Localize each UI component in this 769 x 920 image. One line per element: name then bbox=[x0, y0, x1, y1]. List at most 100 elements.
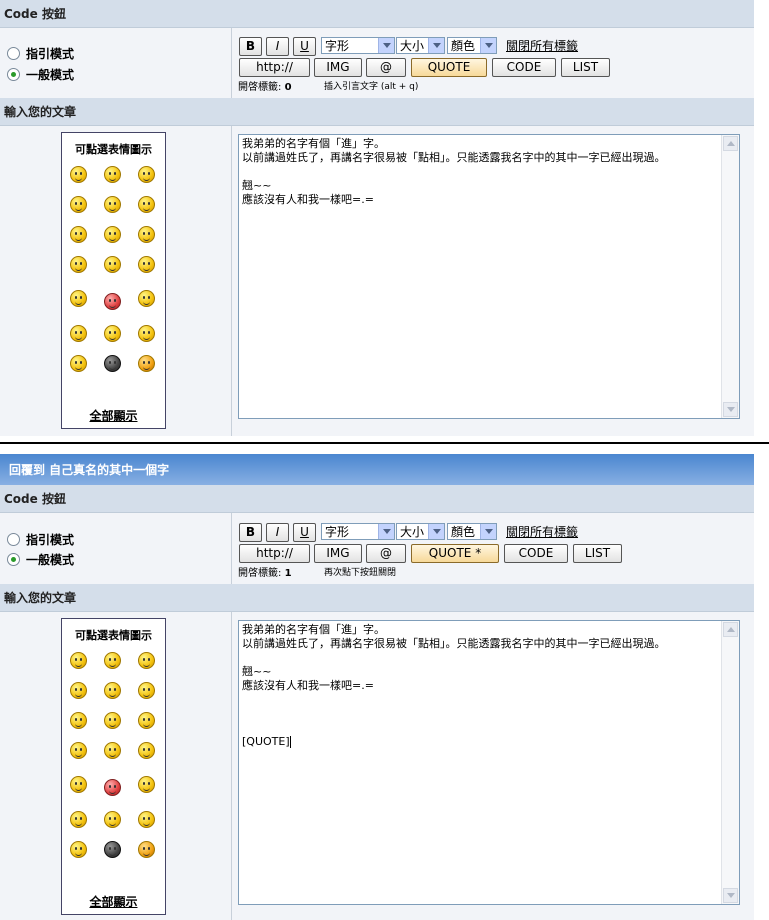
email-button[interactable]: @ bbox=[366, 58, 406, 77]
smilies-box: 可點選表情圖示 全部顯示 bbox=[61, 618, 166, 915]
normal-mode-radio[interactable]: 一般模式 bbox=[7, 66, 74, 83]
post-message-header: 輸入您的文章 bbox=[0, 98, 754, 126]
bold-button[interactable]: B bbox=[239, 37, 262, 56]
angry-icon[interactable] bbox=[138, 290, 155, 307]
rolling-eyes-icon[interactable] bbox=[70, 742, 87, 759]
ninja-icon[interactable] bbox=[104, 841, 121, 858]
font-select[interactable]: 字形 bbox=[321, 523, 395, 540]
sad-icon[interactable] bbox=[70, 811, 87, 828]
scroll-up-icon[interactable] bbox=[723, 622, 738, 637]
wink-icon[interactable] bbox=[104, 742, 121, 759]
italic-button[interactable]: I bbox=[266, 523, 289, 542]
quote-button[interactable]: QUOTE bbox=[411, 58, 487, 77]
color-select[interactable]: 顏色 bbox=[447, 37, 497, 54]
textarea-scrollbar[interactable] bbox=[721, 621, 739, 904]
worried-icon[interactable] bbox=[138, 325, 155, 342]
message-textarea[interactable]: 我弟弟的名字有個「進」字。 以前講過姓氏了，再講名字很易被「點相」。只能透露我名字… bbox=[238, 620, 740, 905]
normal-mode-radio[interactable]: 一般模式 bbox=[7, 551, 74, 568]
url-button[interactable]: http:// bbox=[239, 58, 310, 77]
confused-icon[interactable] bbox=[104, 682, 121, 699]
size-select[interactable]: 大小 bbox=[396, 37, 445, 54]
color-select[interactable]: 顏色 bbox=[447, 523, 497, 540]
tongue-icon[interactable] bbox=[138, 196, 155, 213]
bold-button[interactable]: B bbox=[239, 523, 262, 542]
text-caret bbox=[289, 736, 291, 748]
show-all-smilies-link[interactable]: 全部顯示 bbox=[62, 407, 165, 424]
dizzy-icon[interactable] bbox=[70, 355, 87, 372]
in-love-icon[interactable] bbox=[104, 779, 121, 796]
scroll-up-icon[interactable] bbox=[723, 136, 738, 151]
code-button[interactable]: CODE bbox=[504, 544, 568, 563]
laugh-icon[interactable] bbox=[104, 712, 121, 729]
separator-line bbox=[0, 442, 769, 444]
message-row: 可點選表情圖示 全部顯示 我弟弟的名字有個「進」字。 以前講過姓氏了，再講名字很… bbox=[0, 612, 754, 920]
url-button[interactable]: http:// bbox=[239, 544, 310, 563]
radio-off-icon bbox=[7, 533, 20, 546]
devil-icon[interactable] bbox=[138, 355, 155, 372]
font-select[interactable]: 字形 bbox=[321, 37, 395, 54]
textarea-scrollbar[interactable] bbox=[721, 135, 739, 418]
sad-icon[interactable] bbox=[70, 325, 87, 342]
laugh-icon[interactable] bbox=[104, 226, 121, 243]
happy-icon[interactable] bbox=[138, 166, 155, 183]
help-hint: 插入引言文字 (alt + q) bbox=[324, 82, 419, 92]
reply-title-bar: 回覆到 自己真名的其中一個字 bbox=[0, 454, 754, 487]
grin-icon[interactable] bbox=[70, 712, 87, 729]
devil-icon[interactable] bbox=[138, 841, 155, 858]
smile-icon[interactable] bbox=[70, 652, 87, 669]
wink-icon[interactable] bbox=[104, 256, 121, 273]
tongue-icon[interactable] bbox=[138, 682, 155, 699]
chevron-down-icon bbox=[480, 38, 496, 53]
underline-button[interactable]: U bbox=[293, 523, 316, 542]
open-tags-status: 開啓標籤: 0 bbox=[238, 82, 292, 93]
eek-icon[interactable] bbox=[104, 325, 121, 342]
neutral-icon[interactable] bbox=[70, 776, 87, 793]
in-love-icon[interactable] bbox=[104, 293, 121, 310]
angry-icon[interactable] bbox=[138, 776, 155, 793]
italic-button[interactable]: I bbox=[266, 37, 289, 56]
shocked-icon[interactable] bbox=[70, 196, 87, 213]
scroll-down-icon[interactable] bbox=[723, 888, 738, 903]
img-button[interactable]: IMG bbox=[314, 58, 362, 77]
guided-mode-radio[interactable]: 指引模式 bbox=[7, 531, 74, 548]
rolling-eyes-icon[interactable] bbox=[70, 256, 87, 273]
chevron-down-icon bbox=[428, 38, 444, 53]
chevron-down-icon bbox=[428, 524, 444, 539]
size-select[interactable]: 大小 bbox=[396, 523, 445, 540]
list-button[interactable]: LIST bbox=[573, 544, 622, 563]
dizzy-icon[interactable] bbox=[70, 841, 87, 858]
show-all-smilies-link[interactable]: 全部顯示 bbox=[62, 893, 165, 910]
underline-button[interactable]: U bbox=[293, 37, 316, 56]
shocked-icon[interactable] bbox=[70, 682, 87, 699]
radio-on-icon bbox=[7, 68, 20, 81]
ninja-icon[interactable] bbox=[104, 355, 121, 372]
email-button[interactable]: @ bbox=[366, 544, 406, 563]
neutral-icon[interactable] bbox=[70, 290, 87, 307]
eek-icon[interactable] bbox=[104, 811, 121, 828]
img-button[interactable]: IMG bbox=[314, 544, 362, 563]
scroll-down-icon[interactable] bbox=[723, 402, 738, 417]
sleepy-icon[interactable] bbox=[138, 256, 155, 273]
editor-panel-before: Code 按鈕 指引模式 一般模式 B I U 字形 大小 顏色 關閉所有標籤 … bbox=[0, 0, 754, 440]
cool-icon[interactable] bbox=[138, 226, 155, 243]
surprised-icon[interactable] bbox=[104, 166, 121, 183]
message-textarea[interactable]: 我弟弟的名字有個「進」字。 以前講過姓氏了，再講名字很易被「點相」。只能透露我名字… bbox=[238, 134, 740, 419]
quote-button-active[interactable]: QUOTE * bbox=[411, 544, 499, 563]
smilies-title: 可點選表情圖示 bbox=[75, 629, 152, 642]
close-all-tags-link[interactable]: 關閉所有標籤 bbox=[506, 523, 578, 540]
surprised-icon[interactable] bbox=[104, 652, 121, 669]
code-buttons-header: Code 按鈕 bbox=[0, 485, 754, 513]
radio-off-icon bbox=[7, 47, 20, 60]
happy-icon[interactable] bbox=[138, 652, 155, 669]
confused-icon[interactable] bbox=[104, 196, 121, 213]
grin-icon[interactable] bbox=[70, 226, 87, 243]
quote-tag-text: [QUOTE] bbox=[242, 735, 290, 748]
sleepy-icon[interactable] bbox=[138, 742, 155, 759]
code-button[interactable]: CODE bbox=[492, 58, 556, 77]
list-button[interactable]: LIST bbox=[561, 58, 610, 77]
smile-icon[interactable] bbox=[70, 166, 87, 183]
guided-mode-radio[interactable]: 指引模式 bbox=[7, 45, 74, 62]
worried-icon[interactable] bbox=[138, 811, 155, 828]
cool-icon[interactable] bbox=[138, 712, 155, 729]
close-all-tags-link[interactable]: 關閉所有標籤 bbox=[506, 37, 578, 54]
